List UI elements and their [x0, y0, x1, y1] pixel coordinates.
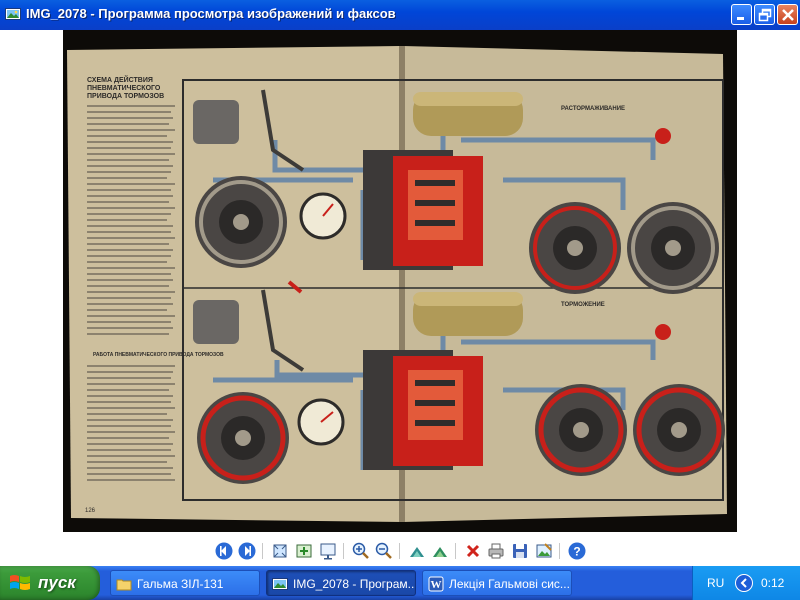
maximize-button[interactable]	[754, 4, 775, 25]
slideshow-button[interactable]	[318, 541, 338, 561]
folder-icon	[116, 579, 132, 591]
taskbar-item-folder[interactable]: Гальма ЗІЛ-131	[110, 570, 260, 596]
best-fit-button[interactable]	[270, 541, 290, 561]
brake-drum-top-mid	[529, 202, 621, 294]
taskbar-item-label: IMG_2078 - Програм...	[293, 577, 416, 591]
zoom-in-button[interactable]	[351, 541, 371, 561]
taskbar-item-image-viewer[interactable]: IMG_2078 - Програм...	[266, 570, 416, 596]
language-indicator[interactable]: RU	[707, 576, 724, 590]
chevron-left-icon	[740, 578, 747, 588]
edit-icon	[536, 543, 552, 558]
previous-image-button[interactable]	[214, 541, 234, 561]
minimize-button[interactable]	[731, 4, 752, 25]
taskbar: пуск Гальма ЗІЛ-131 IMG_2078 - Програм..…	[0, 566, 800, 600]
svg-text:?: ?	[573, 545, 580, 559]
close-button[interactable]	[777, 4, 798, 25]
previous-icon	[215, 542, 233, 560]
brake-diagram-photo: СХЕМА ДЕЙСТВИЯ ПНЕВМАТИЧЕСКОГО ПРИВОДА Т…	[63, 30, 737, 532]
brake-drum-bottom-right	[633, 384, 725, 476]
close-icon	[782, 9, 794, 21]
taskbar-item-word[interactable]: W Лекція Гальмові сис...	[422, 570, 572, 596]
zoom-out-button[interactable]	[374, 541, 394, 561]
save-button[interactable]	[510, 541, 530, 561]
print-button[interactable]	[486, 541, 506, 561]
delete-button[interactable]	[463, 541, 483, 561]
edit-button[interactable]	[534, 541, 554, 561]
save-icon	[513, 544, 527, 558]
taskbar-item-label: Гальма ЗІЛ-131	[137, 577, 224, 591]
help-icon: ?	[568, 542, 586, 560]
start-button[interactable]: пуск	[0, 566, 100, 600]
taskbar-item-label: Лекція Гальмові сис...	[449, 577, 570, 591]
help-button[interactable]: ?	[567, 541, 587, 561]
show-hidden-icons-button[interactable]	[735, 574, 753, 592]
page-number: 126	[85, 508, 96, 514]
delete-icon	[466, 544, 480, 558]
air-tank-bottom	[413, 292, 523, 336]
start-label: пуск	[38, 573, 76, 592]
next-image-button[interactable]	[237, 541, 257, 561]
braking-label: ТОРМОЖЕНИЕ	[561, 302, 605, 308]
svg-text:W: W	[431, 579, 442, 591]
word-icon: W	[428, 576, 444, 592]
actual-size-icon	[296, 544, 312, 558]
release-label: РАСТОРМАЖИВАНИЕ	[561, 106, 625, 112]
diagram-heading-line-3: ПРИВОДА ТОРМОЗОВ	[87, 93, 164, 100]
brake-valve-bottom	[363, 350, 483, 470]
maximize-icon	[758, 8, 772, 22]
actual-size-button[interactable]	[294, 541, 314, 561]
section-heading: РАБОТА ПНЕВМАТИЧЕСКОГО ПРИВОДА ТОРМОЗОВ	[93, 352, 224, 358]
title-bar[interactable]: IMG_2078 - Программа просмотра изображен…	[0, 0, 800, 30]
print-icon	[488, 543, 504, 559]
windows-logo-icon	[10, 575, 30, 590]
diagram-heading-line-1: СХЕМА ДЕЙСТВИЯ	[87, 75, 153, 84]
window-title: IMG_2078 - Программа просмотра изображен…	[26, 6, 396, 21]
rotate-clockwise-button[interactable]	[407, 541, 427, 561]
brake-drum-bottom-mid	[535, 384, 627, 476]
zoom-in-icon	[352, 542, 369, 559]
slideshow-icon	[320, 543, 336, 560]
zoom-out-icon	[375, 542, 392, 559]
brake-drum-top-right	[627, 202, 719, 294]
brake-drum-top-left	[195, 176, 287, 268]
air-tank-top	[413, 92, 523, 136]
rotate-clockwise-icon	[410, 547, 424, 557]
next-icon	[238, 542, 256, 560]
system-tray: RU 0:12	[692, 566, 800, 600]
brake-valve-top	[363, 150, 483, 270]
best-fit-icon	[273, 544, 287, 558]
viewer-toolbar: ?	[0, 536, 800, 566]
minimize-icon	[737, 17, 744, 20]
brake-drum-bottom-left	[197, 392, 289, 484]
rotate-counterclockwise-icon	[433, 547, 447, 557]
image-viewer-icon	[5, 6, 21, 22]
brake-diagram-image: СХЕМА ДЕЙСТВИЯ ПНЕВМАТИЧЕСКОГО ПРИВОДА Т…	[67, 46, 727, 522]
rotate-counterclockwise-button[interactable]	[430, 541, 450, 561]
image-viewer-icon	[272, 578, 288, 590]
image-canvas[interactable]: СХЕМА ДЕЙСТВИЯ ПНЕВМАТИЧЕСКОГО ПРИВОДА Т…	[0, 30, 800, 536]
diagram-heading-line-2: ПНЕВМАТИЧЕСКОГО	[87, 85, 161, 92]
clock[interactable]: 0:12	[761, 576, 784, 590]
